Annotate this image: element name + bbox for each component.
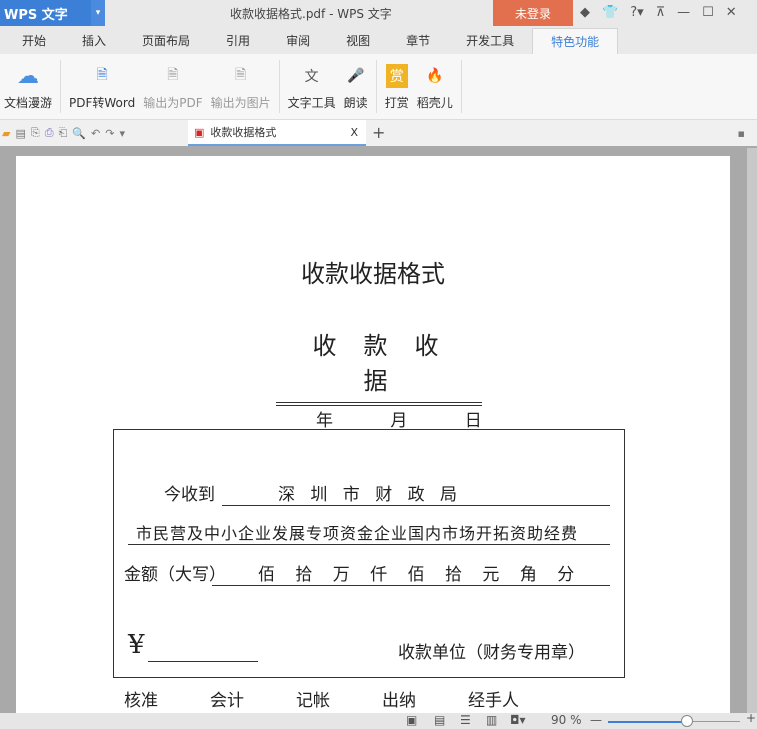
export-pdf-button[interactable]: 🗎 输出为PDF bbox=[139, 54, 206, 119]
new-tab-button[interactable]: + bbox=[372, 123, 385, 142]
window-title: 收款收据格式.pdf - WPS 文字 bbox=[230, 7, 392, 21]
ribbon-tabs: 开始 插入 页面布局 引用 审阅 视图 章节 开发工具 特色功能 bbox=[0, 26, 757, 54]
print-icon[interactable]: ⎙ bbox=[45, 126, 54, 140]
zoom-slider[interactable] bbox=[608, 715, 740, 727]
login-button[interactable]: 未登录 bbox=[493, 0, 573, 26]
amount-figure-line bbox=[148, 638, 258, 662]
signature-accountant: 会计 bbox=[210, 691, 244, 711]
microphone-icon: 🎤 bbox=[346, 68, 365, 84]
tab-special[interactable]: 特色功能 bbox=[532, 28, 619, 54]
preview-icon[interactable]: 🔍 bbox=[72, 127, 86, 140]
vertical-scrollbar[interactable] bbox=[747, 148, 757, 713]
received-label: 今收到 bbox=[164, 485, 215, 505]
export-pdf-icon: 🗎 bbox=[167, 67, 179, 83]
text-tools-button[interactable]: 文文字工具 bbox=[284, 54, 340, 119]
status-bar: ▣ ▤ ☰ ▥ ◘▾ 90 % — + bbox=[0, 711, 757, 729]
tab-review[interactable]: 审阅 bbox=[268, 28, 328, 54]
save-icon[interactable]: ▤ bbox=[15, 127, 25, 140]
read-aloud-button[interactable]: 🎤 朗读 bbox=[340, 54, 372, 119]
currency-symbol: ¥ bbox=[128, 630, 145, 660]
label: 文字工具 bbox=[287, 96, 336, 110]
maximize-icon[interactable]: ☐ bbox=[702, 5, 714, 20]
eye-protect-icon[interactable]: ◘▾ bbox=[510, 713, 526, 727]
label: 稻壳儿 bbox=[416, 96, 453, 110]
doc-roam-button[interactable]: ☁ 文档漫游 bbox=[0, 54, 56, 119]
web-view-icon[interactable]: ▥ bbox=[486, 713, 497, 727]
zoom-slider-handle[interactable] bbox=[681, 715, 694, 727]
collapse-icon[interactable]: ⊼ bbox=[656, 5, 666, 20]
purpose: 市民营及中小企业发展专项资金企业国内市场开拓资助经费 bbox=[128, 520, 610, 545]
page-view-icon[interactable]: ▤ bbox=[434, 713, 445, 727]
wps-menu-button[interactable]: WPS 文字 ▾ bbox=[0, 0, 105, 26]
label: 输出为图片 bbox=[210, 96, 271, 110]
document-tab-title: 收款收据格式 bbox=[210, 126, 277, 139]
export-image-button[interactable]: 🗎 输出为图片 bbox=[207, 54, 275, 119]
document-title: 收款收据格式 bbox=[301, 260, 445, 288]
signature-approve: 核准 bbox=[124, 691, 158, 711]
document-area: 收款收据格式 收款收据 年 月 日 今收到 深 圳 市 财 政 局 市民营及中小… bbox=[0, 148, 757, 716]
signature-row: 核准 会计 记帐 出纳 经手人 bbox=[124, 686, 519, 711]
tab-references[interactable]: 引用 bbox=[208, 28, 268, 54]
more-icon[interactable]: ▾ bbox=[119, 127, 125, 140]
shirt-icon[interactable]: 👕 bbox=[602, 5, 618, 20]
label: PDF转Word bbox=[69, 96, 136, 110]
pdf-to-word-button[interactable]: 🗎 PDF转Word bbox=[65, 54, 139, 119]
tab-start[interactable]: 开始 bbox=[4, 28, 64, 54]
sidebar-toggle-icon[interactable]: ▪ bbox=[738, 127, 745, 140]
undo-icon[interactable]: ↶ bbox=[91, 127, 100, 140]
outline-view-icon[interactable]: ☰ bbox=[460, 713, 471, 727]
pdf-word-icon: 🗎 bbox=[96, 67, 108, 83]
reward-icon: 赏 bbox=[385, 64, 408, 88]
label: 输出为PDF bbox=[143, 96, 203, 110]
tab-developer[interactable]: 开发工具 bbox=[448, 28, 532, 54]
docer-icon: 🔥 bbox=[425, 68, 444, 84]
cloud-icon: ☁ bbox=[17, 63, 39, 89]
signature-bookkeeper: 记帐 bbox=[296, 691, 330, 711]
redo-icon[interactable]: ↷ bbox=[105, 127, 114, 140]
text-tool-icon: 文 bbox=[304, 69, 319, 85]
close-tab-icon[interactable]: X bbox=[350, 126, 358, 139]
receipt-heading: 收款收据 bbox=[276, 326, 482, 406]
print-preview-icon[interactable]: ⎗ bbox=[59, 126, 68, 140]
tab-section[interactable]: 章节 bbox=[388, 28, 448, 54]
quick-access-bar: ▰ ▤ ⎘ ⎙ ⎗ 🔍 ↶ ↷ ▾ ▣ 收款收据格式 X + ▪ bbox=[0, 120, 757, 146]
fullscreen-icon[interactable]: ▣ bbox=[406, 713, 417, 727]
docer-button[interactable]: 🔥 稻壳儿 bbox=[413, 54, 457, 119]
tab-view[interactable]: 视图 bbox=[328, 28, 388, 54]
chevron-down-icon[interactable]: ▾ bbox=[91, 0, 105, 26]
skin-icon[interactable]: ◆ bbox=[580, 5, 590, 20]
zoom-out-button[interactable]: — bbox=[590, 713, 602, 727]
tip-button[interactable]: 赏打赏 bbox=[381, 54, 413, 119]
label: 文档漫游 bbox=[4, 96, 53, 110]
date-line: 年 月 日 bbox=[316, 411, 482, 431]
document-tab[interactable]: ▣ 收款收据格式 X bbox=[188, 120, 366, 146]
ribbon: ☁ 文档漫游 🗎 PDF转Word 🗎 输出为PDF 🗎 输出为图片 文文字工具 🎤 朗读… bbox=[0, 54, 757, 120]
signature-cashier: 出纳 bbox=[382, 691, 416, 711]
help-icon[interactable]: ?▾ bbox=[630, 5, 643, 20]
signature-handler: 经手人 bbox=[468, 691, 519, 711]
zoom-level: 90 % bbox=[551, 713, 582, 727]
label: 朗读 bbox=[343, 96, 368, 110]
payee: 收款单位（财务专用章） bbox=[398, 643, 585, 663]
title-bar: WPS 文字 ▾ 收款收据格式.pdf - WPS 文字 未登录 ◆ 👕 ?▾ ⊼ — ☐ ✕ bbox=[0, 0, 757, 26]
open-icon[interactable]: ▰ bbox=[2, 127, 10, 140]
receipt-box: 今收到 深 圳 市 财 政 局 市民营及中小企业发展专项资金企业国内市场开拓资助… bbox=[113, 429, 625, 678]
amount-units: 佰 拾 万 仟 佰 拾 元 角 分 bbox=[212, 560, 610, 586]
minimize-icon[interactable]: — bbox=[677, 5, 690, 20]
tab-insert[interactable]: 插入 bbox=[64, 28, 124, 54]
document-page: 收款收据格式 收款收据 年 月 日 今收到 深 圳 市 财 政 局 市民营及中小… bbox=[16, 156, 730, 716]
amount-label: 金额（大写） bbox=[124, 565, 226, 585]
app-logo: WPS 文字 bbox=[4, 7, 68, 23]
export-image-icon: 🗎 bbox=[235, 67, 247, 83]
close-icon[interactable]: ✕ bbox=[726, 5, 737, 20]
export-icon[interactable]: ⎘ bbox=[31, 126, 40, 140]
label: 打赏 bbox=[384, 96, 409, 110]
received-from: 深 圳 市 财 政 局 bbox=[222, 480, 610, 506]
zoom-slider-fill bbox=[608, 721, 688, 723]
pdf-icon: ▣ bbox=[194, 125, 205, 139]
tab-layout[interactable]: 页面布局 bbox=[124, 28, 208, 54]
zoom-in-button[interactable]: + bbox=[746, 711, 756, 725]
